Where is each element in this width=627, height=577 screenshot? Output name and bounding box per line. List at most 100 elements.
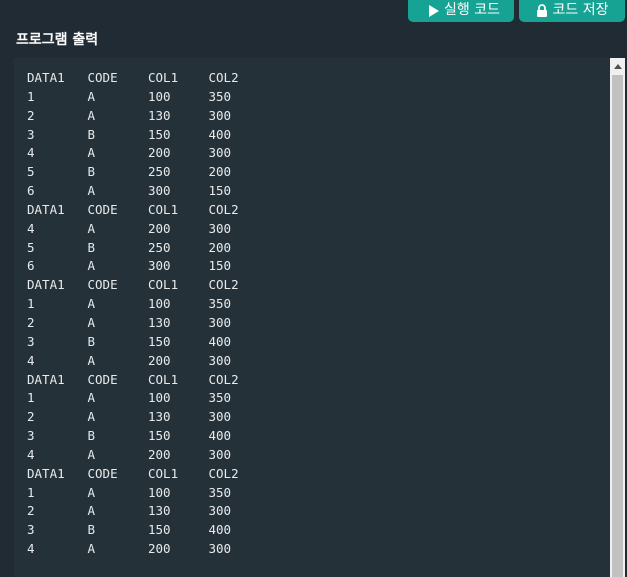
output-cell: 300 — [208, 107, 232, 123]
output-cell: A — [87, 107, 96, 123]
output-cell: 200 — [148, 541, 171, 557]
save-code-button[interactable]: 코드 저장 — [519, 0, 625, 22]
output-cell: CODE — [87, 277, 118, 293]
output-cell: CODE — [87, 201, 118, 217]
run-code-label: 실행 코드 — [444, 2, 500, 18]
run-code-button[interactable]: 실행 코드 — [408, 0, 514, 22]
output-cell: 300 — [208, 220, 232, 236]
output-row: 6 A 300 150 — [27, 182, 269, 201]
output-row: 4 A 200 300 — [27, 220, 269, 239]
output-cell: 300 — [148, 258, 171, 274]
output-cell: 3 — [27, 428, 35, 444]
output-rows: DATA1 CODE COL1 COL2 1 A 100 350 2 A 130 300 3 B 150 40… — [27, 69, 269, 559]
output-cell: A — [87, 220, 96, 236]
output-cell: 100 — [148, 296, 171, 312]
output-cell: 300 — [208, 446, 232, 462]
output-cell: 350 — [208, 88, 232, 104]
output-cell: CODE — [87, 465, 118, 481]
output-row: 6 A 300 150 — [27, 257, 269, 276]
output-cell: 130 — [148, 409, 171, 425]
output-cell: 150 — [208, 183, 232, 199]
output-cell: A — [87, 258, 96, 274]
output-row: 1 A 100 350 — [27, 389, 269, 408]
output-cell: A — [87, 503, 96, 519]
output-row: 1 A 100 350 — [27, 295, 269, 314]
output-cell: 300 — [148, 183, 171, 199]
output-row: DATA1 CODE COL1 COL2 — [27, 276, 269, 295]
output-row: DATA1 CODE COL1 COL2 — [27, 69, 269, 88]
output-cell: 300 — [208, 314, 232, 330]
output-row: 2 A 130 300 — [27, 408, 269, 427]
output-row: 5 B 250 200 — [27, 163, 269, 182]
output-cell: DATA1 — [27, 201, 65, 217]
output-cell: B — [87, 239, 96, 255]
output-cell: 2 — [27, 503, 35, 519]
toolbar: 실행 코드 코드 저장 — [408, 0, 627, 22]
output-cell: A — [87, 145, 96, 161]
output-cell: 200 — [148, 352, 171, 368]
output-cell: A — [87, 390, 96, 406]
output-cell: 2 — [27, 314, 35, 330]
output-cell: 1 — [27, 88, 35, 104]
output-cell: B — [87, 333, 96, 349]
output-row: 4 A 200 300 — [27, 446, 269, 465]
scroll-up-arrow-icon[interactable] — [610, 58, 625, 74]
output-cell: 3 — [27, 126, 35, 142]
output-cell: 200 — [208, 164, 232, 180]
output-cell: 2 — [27, 107, 35, 123]
output-cell: 5 — [27, 239, 35, 255]
output-row: 3 B 150 400 — [27, 333, 269, 352]
output-row: DATA1 CODE COL1 COL2 — [27, 201, 269, 220]
output-cell: 300 — [208, 409, 232, 425]
output-row: DATA1 CODE COL1 COL2 — [27, 465, 269, 484]
output-cell: 1 — [27, 390, 35, 406]
output-cell: 5 — [27, 164, 35, 180]
output-cell: 300 — [208, 541, 232, 557]
output-cell: 350 — [208, 296, 232, 312]
output-cell: 100 — [148, 88, 171, 104]
output-cell: 100 — [148, 390, 171, 406]
output-cell: B — [87, 164, 96, 180]
output-cell: DATA1 — [27, 70, 65, 85]
scrollbar-thumb[interactable] — [612, 75, 623, 577]
output-cell: 6 — [27, 258, 35, 274]
output-cell: 130 — [148, 503, 171, 519]
output-scrollbar[interactable] — [610, 58, 625, 577]
output-cell: CODE — [87, 70, 118, 85]
output-cell: 130 — [148, 107, 171, 123]
output-cell: 150 — [148, 428, 171, 444]
output-cell: 300 — [208, 352, 232, 368]
output-row: 5 B 250 200 — [27, 239, 269, 258]
output-cell: 250 — [148, 164, 171, 180]
output-cell: 150 — [148, 522, 171, 538]
output-cell: 4 — [27, 541, 35, 557]
output-cell: 350 — [208, 390, 232, 406]
save-code-label: 코드 저장 — [552, 2, 609, 18]
output-row: 2 A 130 300 — [27, 107, 269, 126]
output-row: 4 A 200 300 — [27, 352, 269, 371]
output-cell: 150 — [208, 258, 232, 274]
output-cell: COL1 — [148, 277, 179, 293]
output-row: 3 B 150 400 — [27, 427, 269, 446]
output-cell: B — [87, 126, 96, 142]
output-cell: 250 — [148, 239, 171, 255]
output-cell: 300 — [208, 503, 232, 519]
output-row: 2 A 130 300 — [27, 502, 269, 521]
program-output-page: 실행 코드 코드 저장 프로그램 출력 DATA1 CODE COL1 COL2 1 A 1… — [0, 0, 627, 577]
output-row: 4 A 200 300 — [27, 144, 269, 163]
output-cell: A — [87, 541, 96, 557]
output-cell: DATA1 — [27, 371, 65, 387]
output-cell: 400 — [208, 428, 232, 444]
output-cell: A — [87, 484, 96, 500]
output-cell: 400 — [208, 522, 232, 538]
output-cell: A — [87, 314, 96, 330]
output-cell: 2 — [27, 409, 35, 425]
output-cell: 3 — [27, 333, 35, 349]
output-cell: COL1 — [148, 371, 179, 387]
output-cell: 150 — [148, 333, 171, 349]
output-cell: COL2 — [208, 201, 239, 217]
play-icon — [428, 5, 439, 17]
output-cell: A — [87, 183, 96, 199]
output-cell: A — [87, 409, 96, 425]
output-cell: A — [87, 88, 96, 104]
